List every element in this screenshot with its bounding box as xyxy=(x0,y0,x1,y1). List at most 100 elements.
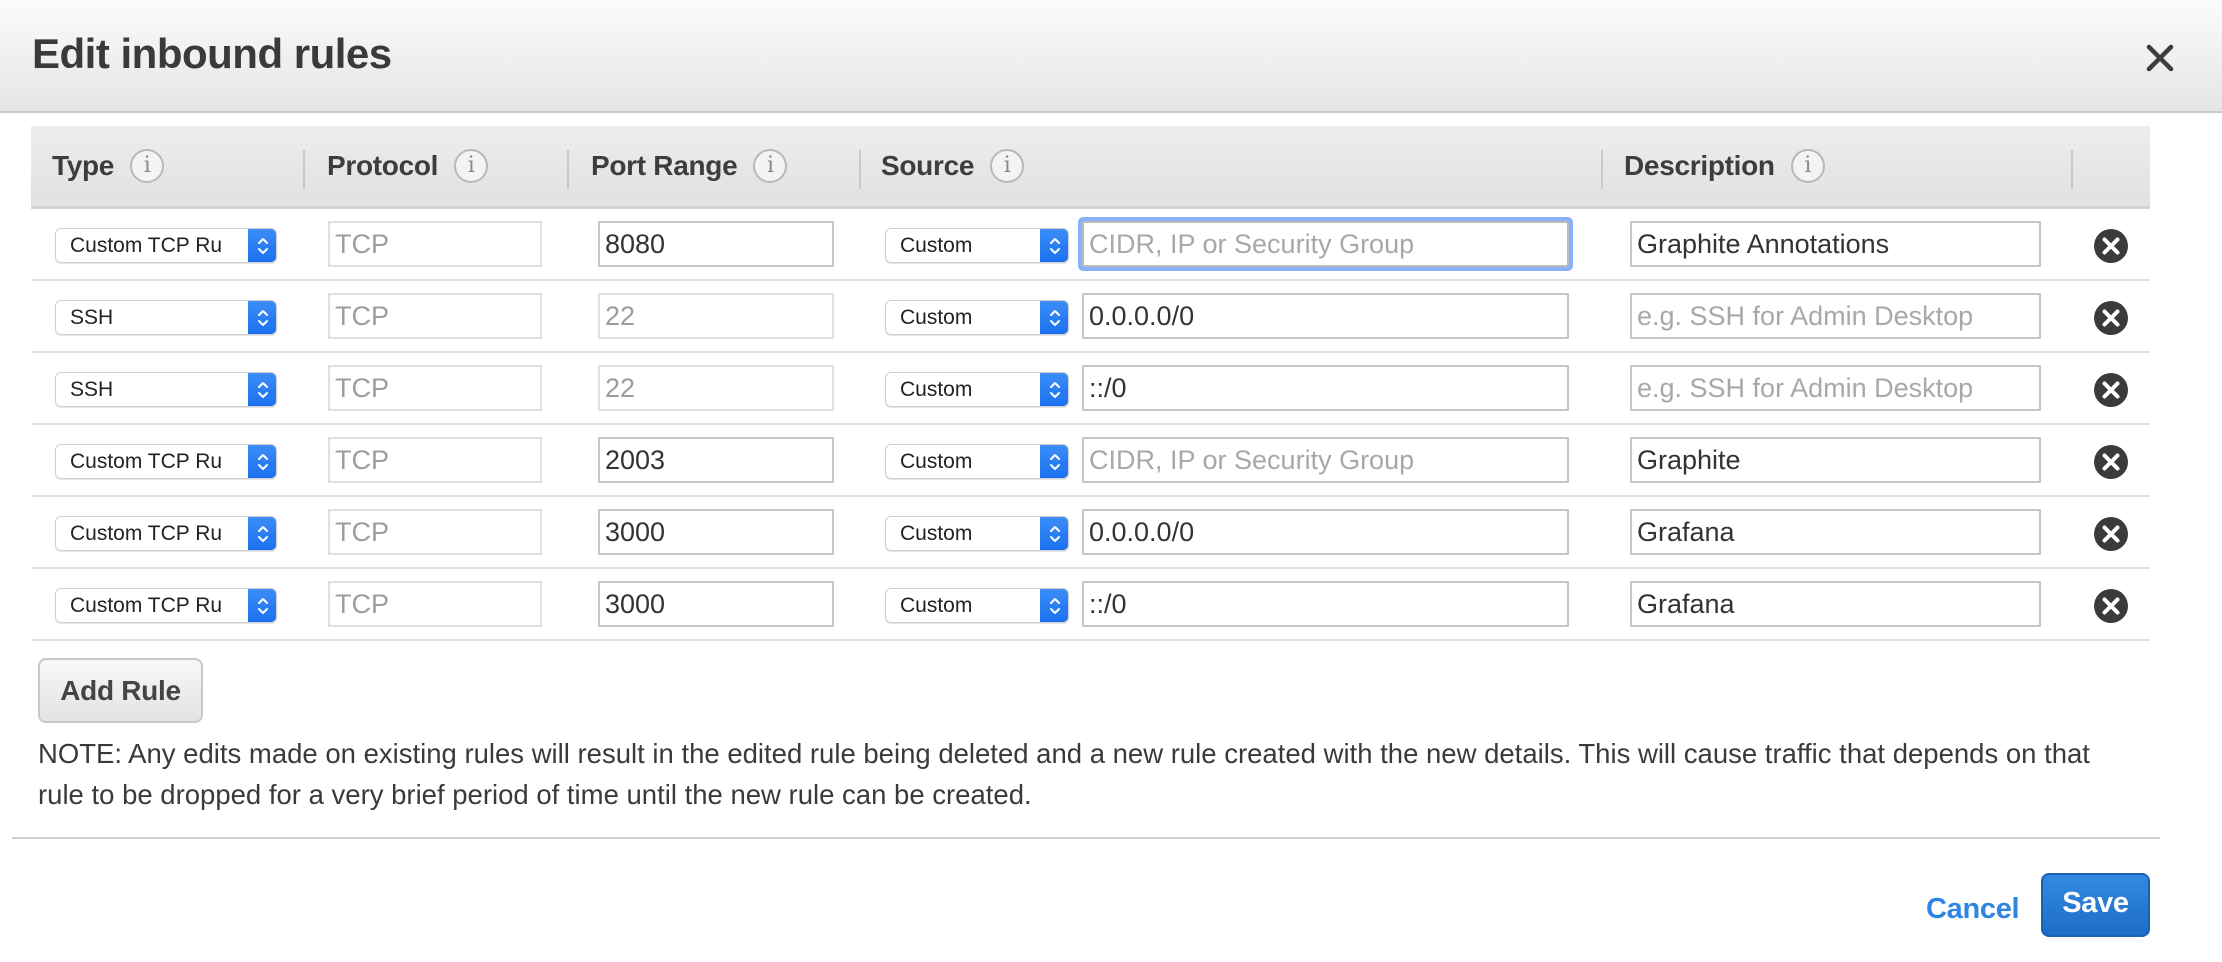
source-input[interactable]: 0.0.0.0/0 xyxy=(1082,293,1569,339)
column-divider xyxy=(567,150,569,189)
type-select-value: SSH xyxy=(70,377,114,401)
select-arrow xyxy=(1040,517,1068,550)
type-select-value: Custom TCP Ru xyxy=(70,233,223,257)
close-x-icon xyxy=(2146,44,2174,72)
info-icon[interactable]: i xyxy=(454,149,489,183)
info-icon[interactable]: i xyxy=(753,149,788,183)
table-row: SSH TCP 22 Custom::/0 e.g. SSH for Admin Des… xyxy=(31,353,2150,425)
column-divider xyxy=(1601,150,1603,189)
info-icon[interactable]: i xyxy=(1790,149,1825,183)
column-header-type: Type i xyxy=(52,126,165,206)
source-input[interactable]: 0.0.0.0/0 xyxy=(1082,509,1569,555)
info-icon[interactable]: i xyxy=(130,149,165,183)
source-input[interactable]: ::/0 xyxy=(1082,365,1569,411)
remove-circle-x-icon xyxy=(2094,373,2128,407)
select-arrow xyxy=(1040,229,1068,262)
port-range-input[interactable]: 2003 xyxy=(598,437,834,483)
protocol-field: TCP xyxy=(328,293,542,339)
select-arrow xyxy=(248,517,276,550)
source-type-select[interactable]: Custom xyxy=(885,516,1069,551)
select-arrows-icon xyxy=(257,309,268,326)
source-type-select[interactable]: Custom xyxy=(885,588,1069,623)
description-input[interactable]: e.g. SSH for Admin Desktop xyxy=(1630,293,2041,339)
table-row: Custom TCP Ru TCP 3000 Custom::/0 Grafana xyxy=(31,569,2150,641)
select-arrow xyxy=(248,589,276,622)
select-arrows-icon xyxy=(1049,597,1060,614)
type-select-value: SSH xyxy=(70,305,114,329)
port-range-input[interactable]: 3000 xyxy=(598,509,834,555)
source-type-select[interactable]: Custom xyxy=(885,228,1069,263)
remove-rule-button[interactable] xyxy=(2093,228,2129,264)
description-input[interactable]: Grafana xyxy=(1630,509,2041,555)
description-input[interactable]: Graphite xyxy=(1630,437,2041,483)
column-label: Description xyxy=(1624,150,1775,181)
select-arrow xyxy=(248,301,276,334)
source-input[interactable]: ::/0 xyxy=(1082,581,1569,627)
select-arrows-icon xyxy=(257,237,268,254)
column-divider xyxy=(859,150,861,189)
edit-warning-note: NOTE: Any edits made on existing rules w… xyxy=(38,738,2090,810)
table-row: Custom TCP Ru TCP 2003 Custom CIDR, IP or Se… xyxy=(31,425,2150,497)
type-select[interactable]: SSH xyxy=(55,300,277,335)
select-arrow xyxy=(1040,301,1068,334)
type-select[interactable]: Custom TCP Ru xyxy=(55,228,277,263)
remove-circle-x-icon xyxy=(2094,301,2128,335)
type-select-value: Custom TCP Ru xyxy=(70,521,223,545)
column-header-description: Description i xyxy=(1624,126,1825,206)
cancel-button[interactable]: Cancel xyxy=(1926,893,2020,926)
select-arrow xyxy=(248,445,276,478)
type-select[interactable]: Custom TCP Ru xyxy=(55,588,277,623)
column-label: Port Range xyxy=(591,150,738,181)
column-header-protocol: Protocol i xyxy=(327,126,489,206)
select-arrows-icon xyxy=(1049,381,1060,398)
remove-rule-button[interactable] xyxy=(2093,372,2129,408)
remove-rule-button[interactable] xyxy=(2093,300,2129,336)
close-button[interactable] xyxy=(2142,40,2178,76)
footer-divider xyxy=(12,837,2160,839)
column-divider xyxy=(303,150,305,189)
port-range-input[interactable]: 8080 xyxy=(598,221,834,267)
dialog-header: Edit inbound rules xyxy=(0,0,2222,113)
source-input[interactable]: CIDR, IP or Security Group xyxy=(1082,437,1569,483)
add-rule-button[interactable]: Add Rule xyxy=(38,658,203,723)
select-arrow xyxy=(248,229,276,262)
description-input[interactable]: Grafana xyxy=(1630,581,2041,627)
source-type-select[interactable]: Custom xyxy=(885,300,1069,335)
protocol-field: TCP xyxy=(328,365,542,411)
remove-circle-x-icon xyxy=(2094,445,2128,479)
table-row: Custom TCP Ru TCP 8080 Custom CIDR, IP or Se… xyxy=(31,209,2150,281)
select-arrows-icon xyxy=(257,597,268,614)
select-arrow xyxy=(1040,589,1068,622)
remove-rule-button[interactable] xyxy=(2093,516,2129,552)
dialog-title: Edit inbound rules xyxy=(32,30,392,77)
source-type-select[interactable]: Custom xyxy=(885,372,1069,407)
type-select-value: Custom TCP Ru xyxy=(70,593,223,617)
column-label: Type xyxy=(52,150,115,181)
port-range-input[interactable]: 3000 xyxy=(598,581,834,627)
column-header-port-range: Port Range i xyxy=(591,126,788,206)
description-input[interactable]: Graphite Annotations xyxy=(1630,221,2041,267)
info-icon[interactable]: i xyxy=(990,149,1025,183)
protocol-field: TCP xyxy=(328,221,542,267)
table-row: Custom TCP Ru TCP 3000 Custom 0.0.0.0/0 Grafa… xyxy=(31,497,2150,569)
select-arrows-icon xyxy=(1049,237,1060,254)
type-select[interactable]: SSH xyxy=(55,372,277,407)
select-arrow xyxy=(1040,445,1068,478)
type-select-value: Custom TCP Ru xyxy=(70,449,223,473)
type-select[interactable]: Custom TCP Ru xyxy=(55,516,277,551)
remove-rule-button[interactable] xyxy=(2093,588,2129,624)
select-arrows-icon xyxy=(257,525,268,542)
table-body: Custom TCP Ru TCP 8080 Custom CIDR, IP or Se… xyxy=(31,209,2150,641)
save-button[interactable]: Save xyxy=(2041,873,2150,937)
remove-rule-button[interactable] xyxy=(2093,444,2129,480)
source-type-select[interactable]: Custom xyxy=(885,444,1069,479)
source-input[interactable]: CIDR, IP or Security Group xyxy=(1082,221,1569,267)
table-header: Type i Protocol i Port Range i Source i … xyxy=(31,126,2150,209)
remove-circle-x-icon xyxy=(2094,589,2128,623)
remove-circle-x-icon xyxy=(2094,229,2128,263)
type-select[interactable]: Custom TCP Ru xyxy=(55,444,277,479)
protocol-field: TCP xyxy=(328,509,542,555)
description-input[interactable]: e.g. SSH for Admin Desktop xyxy=(1630,365,2041,411)
select-arrows-icon xyxy=(1049,309,1060,326)
column-label: Source xyxy=(881,150,975,181)
